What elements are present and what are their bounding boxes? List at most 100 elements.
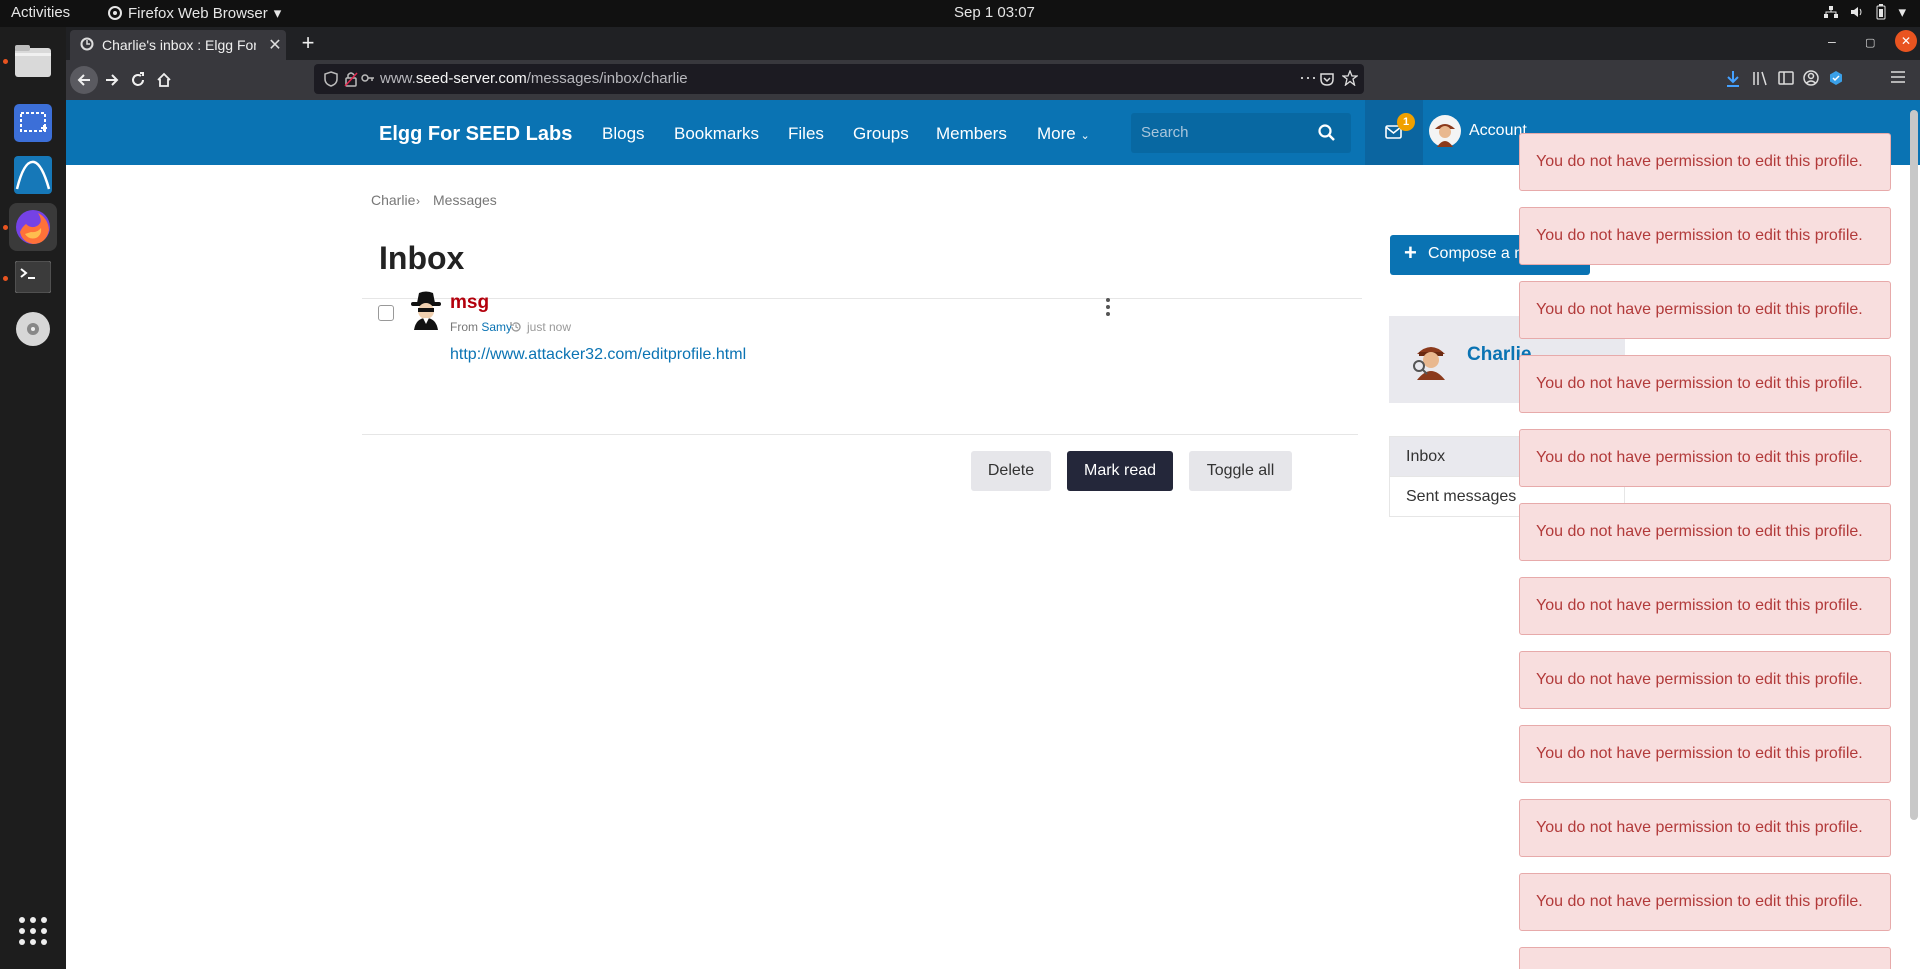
error-message[interactable]: You do not have permission to edit this … [1519,873,1891,931]
url-text: www.seed-server.com/messages/inbox/charl… [380,70,688,87]
tab-title: Charlie's inbox : Elgg For [102,37,256,53]
message-body-link[interactable]: http://www.attacker32.com/editprofile.ht… [450,346,746,364]
divider [362,434,1358,435]
page-scrollbar[interactable] [1910,110,1918,820]
hamburger-menu-icon[interactable] [1890,70,1906,89]
from-label: From [450,320,478,334]
error-message[interactable]: You do not have permission to edit this … [1519,355,1891,413]
system-top-bar: Activities Firefox Web Browser ▾ Sep 1 0… [0,0,1920,27]
running-indicator [3,276,8,281]
disc-drive-icon[interactable] [9,305,57,353]
site-brand-link[interactable]: Elgg For SEED Labs [379,123,572,146]
browser-tab[interactable]: Charlie's inbox : Elgg For ✕ [70,30,286,60]
running-indicator [3,225,8,230]
nav-groups[interactable]: Groups [853,124,909,144]
mark-read-button[interactable]: Mark read [1067,451,1173,491]
arrow-right-icon [106,74,119,86]
reload-icon [132,72,144,86]
back-button[interactable] [70,66,98,94]
sender-link[interactable]: Samy [481,320,512,334]
plus-icon: + [1404,240,1417,265]
nav-more[interactable]: More ⌄ [1037,124,1090,144]
avatar [1429,115,1461,152]
insecure-lock-icon[interactable] [344,71,358,91]
message-time: just now [510,320,571,334]
files-app-icon[interactable] [9,37,57,85]
sender-avatar[interactable] [406,290,446,330]
messages-button[interactable]: 1 [1365,100,1423,165]
message-select-checkbox[interactable] [378,305,394,321]
firefox-icon [108,6,122,20]
account-icon[interactable] [1803,70,1819,91]
error-message[interactable]: You do not have permission to edit this … [1519,503,1891,561]
breadcrumb-owner[interactable]: Charlie [371,192,415,208]
url-host: seed-server.com [415,70,527,87]
wireshark-app-icon[interactable] [9,151,57,199]
nav-more-label: More [1037,124,1076,143]
history-icon [510,322,521,332]
tab-close-icon[interactable]: ✕ [264,35,286,55]
error-message[interactable]: You do not have permission to edit this … [1519,281,1891,339]
pocket-icon[interactable] [1319,71,1335,91]
app-menu-label: Firefox Web Browser [128,4,268,22]
sidebar-icon[interactable] [1778,70,1794,91]
maximize-window-button[interactable]: ▢ [1865,36,1875,49]
message-list-item: msg From Samy just now http://www.attack… [362,276,1358,408]
home-button[interactable] [150,66,178,94]
nav-bookmarks[interactable]: Bookmarks [674,124,759,144]
error-message-partial[interactable] [1519,947,1891,969]
terminal-app-icon[interactable] [9,253,57,301]
shield-icon[interactable] [324,71,338,91]
page-actions-icon[interactable]: ··· [1299,67,1317,88]
message-from: From Samy [450,320,512,334]
nav-members[interactable]: Members [936,124,1007,144]
running-indicator [3,59,8,64]
downloads-icon[interactable] [1725,70,1741,93]
arrow-left-icon [77,74,90,86]
new-tab-button[interactable]: + [294,30,322,58]
url-path: /messages/inbox/charlie [526,70,688,87]
dock [0,27,66,969]
network-icon [1824,5,1839,19]
error-message[interactable]: You do not have permission to edit this … [1519,429,1891,487]
owner-avatar[interactable] [1409,336,1453,380]
activities-button[interactable]: Activities [11,4,70,21]
browser-tab-bar: Charlie's inbox : Elgg For ✕ + – ▢ ✕ [66,27,1920,60]
breadcrumb-separator: › [416,194,420,208]
volume-icon [1850,5,1864,19]
error-message[interactable]: You do not have permission to edit this … [1519,651,1891,709]
search-input[interactable]: Search [1131,113,1351,153]
error-message[interactable]: You do not have permission to edit this … [1519,725,1891,783]
message-subject-link[interactable]: msg [450,292,489,314]
clock[interactable]: Sep 1 03:07 [954,4,1035,21]
tab-favicon-icon [80,37,94,54]
error-message[interactable]: You do not have permission to edit this … [1519,799,1891,857]
address-bar[interactable]: www.seed-server.com/messages/inbox/charl… [314,64,1364,94]
search-icon[interactable] [1318,124,1335,146]
search-placeholder: Search [1141,124,1189,141]
chevron-down-icon: ⌄ [1080,130,1090,142]
show-applications-icon[interactable] [9,907,57,955]
breadcrumb-messages[interactable]: Messages [433,192,497,208]
extension-icon[interactable] [1828,70,1844,91]
error-message[interactable]: You do not have permission to edit this … [1519,577,1891,635]
close-window-button[interactable]: ✕ [1895,30,1917,52]
bookmark-star-icon[interactable] [1341,69,1359,90]
reload-button[interactable] [124,66,152,94]
error-message[interactable]: You do not have permission to edit this … [1519,207,1891,265]
app-menu[interactable]: Firefox Web Browser ▾ [108,4,281,22]
message-options-icon[interactable] [1102,296,1114,318]
error-message[interactable]: You do not have permission to edit this … [1519,133,1891,191]
nav-blogs[interactable]: Blogs [602,124,645,144]
forward-button[interactable] [98,66,126,94]
toggle-all-button[interactable]: Toggle all [1189,451,1292,491]
system-tray[interactable]: ▾ [1824,3,1906,21]
nav-files[interactable]: Files [788,124,824,144]
minimize-window-button[interactable]: – [1828,33,1836,49]
library-icon[interactable] [1752,70,1768,91]
screenshot-app-icon[interactable] [9,99,57,147]
page-title: Inbox [379,240,465,276]
delete-button[interactable]: Delete [971,451,1051,491]
firefox-app-icon[interactable] [9,203,57,251]
permissions-key-icon[interactable] [361,71,375,89]
